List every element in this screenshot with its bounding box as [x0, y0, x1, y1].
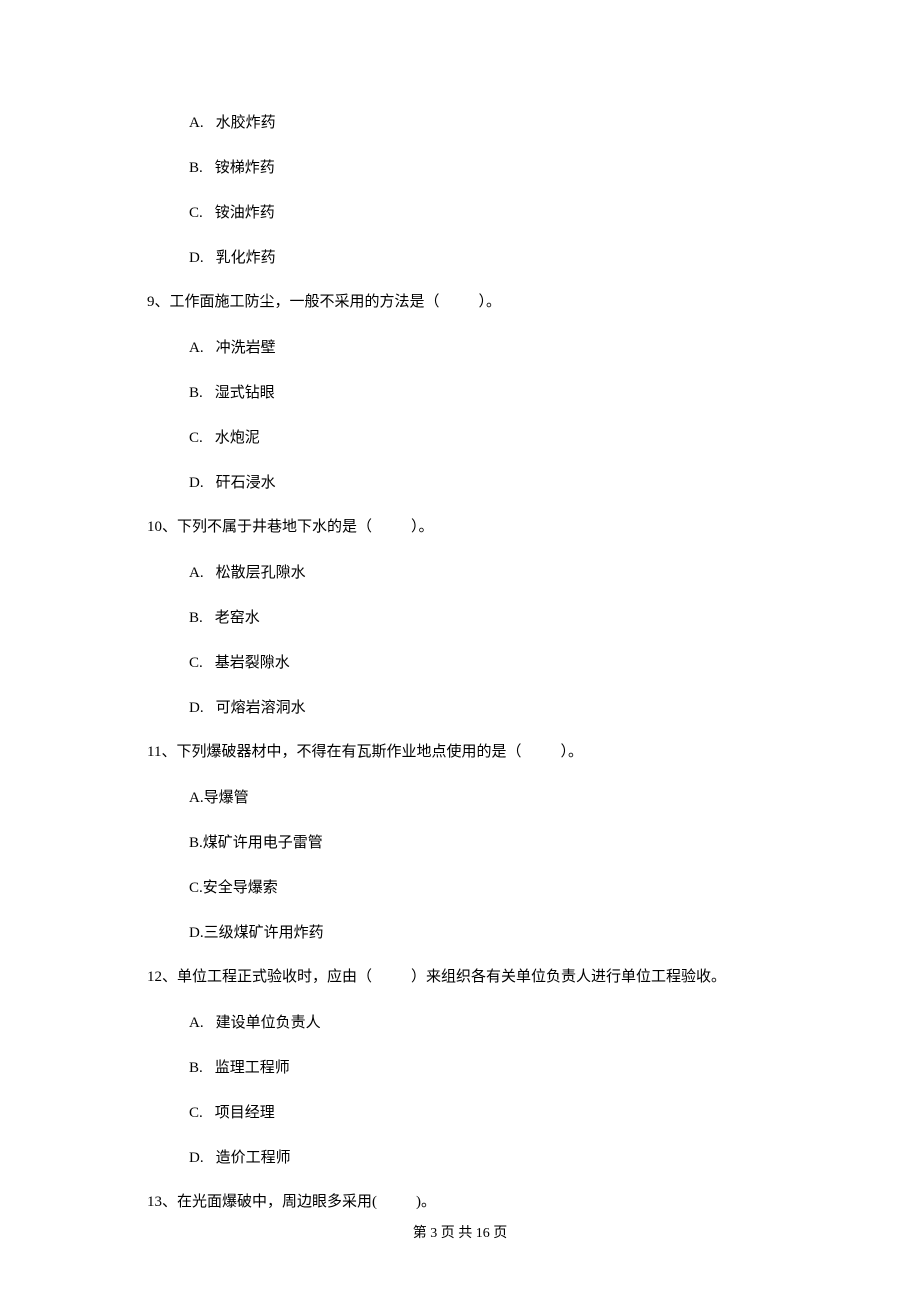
- question-stem: 9、工作面施工防尘，一般不采用的方法是（ ）。: [147, 266, 787, 310]
- option-text: 煤矿许用电子雷管: [203, 835, 323, 851]
- option-item: B. 铵梯炸药: [189, 131, 787, 176]
- page-number: 第 3 页 共 16 页: [413, 1226, 508, 1241]
- option-item: C. 铵油炸药: [189, 176, 787, 221]
- question-number: 10、: [147, 519, 177, 535]
- option-item: D. 可熔岩溶洞水: [189, 671, 787, 716]
- stem-post: ）。: [560, 744, 583, 760]
- option-item: D. 矸石浸水: [189, 446, 787, 491]
- option-letter: C.: [189, 430, 203, 446]
- question-number: 9、: [147, 294, 170, 310]
- option-list: A.导爆管 B.煤矿许用电子雷管 C.安全导爆索 D.三级煤矿许用炸药: [147, 760, 787, 941]
- option-letter: D.: [189, 925, 204, 941]
- question-13: 13、在光面爆破中，周边眼多采用( )。: [147, 1166, 787, 1210]
- option-item: D. 乳化炸药: [189, 221, 787, 266]
- option-list: A. 冲洗岩壁 B. 湿式钻眼 C. 水炮泥 D. 矸石浸水: [147, 310, 787, 491]
- option-text: 造价工程师: [216, 1150, 291, 1166]
- question-number: 12、: [147, 969, 177, 985]
- option-text: 矸石浸水: [216, 475, 276, 491]
- option-letter: D.: [189, 700, 204, 716]
- option-text: 水炮泥: [215, 430, 260, 446]
- option-text: 导爆管: [204, 790, 249, 806]
- question-10: 10、下列不属于井巷地下水的是（ ）。 A. 松散层孔隙水 B. 老窑水 C. 基…: [147, 491, 787, 716]
- question-stem: 11、下列爆破器材中，不得在有瓦斯作业地点使用的是（ ）。: [147, 716, 787, 760]
- option-text: 三级煤矿许用炸药: [204, 925, 324, 941]
- option-text: 冲洗岩壁: [216, 340, 276, 356]
- option-list: A. 松散层孔隙水 B. 老窑水 C. 基岩裂隙水 D. 可熔岩溶洞水: [147, 535, 787, 716]
- question-11: 11、下列爆破器材中，不得在有瓦斯作业地点使用的是（ ）。 A.导爆管 B.煤矿许…: [147, 716, 787, 941]
- option-letter: B.: [189, 385, 203, 401]
- stem-pre: 在光面爆破中，周边眼多采用(: [177, 1194, 377, 1210]
- option-letter: A.: [189, 565, 204, 581]
- option-item: B. 老窑水: [189, 581, 787, 626]
- option-item: A.导爆管: [189, 791, 787, 806]
- option-letter: A.: [189, 1015, 204, 1031]
- option-item: C.安全导爆索: [189, 851, 787, 896]
- stem-post: ）。: [479, 294, 502, 310]
- option-letter: B.: [189, 835, 203, 851]
- option-letter: B.: [189, 160, 203, 176]
- option-text: 乳化炸药: [216, 250, 276, 266]
- option-letter: A.: [189, 340, 204, 356]
- question-number: 13、: [147, 1194, 177, 1210]
- option-letter: C.: [189, 205, 203, 221]
- option-letter: D.: [189, 1150, 204, 1166]
- question-9: 9、工作面施工防尘，一般不采用的方法是（ ）。 A. 冲洗岩壁 B. 湿式钻眼 C…: [147, 266, 787, 491]
- option-item: B. 监理工程师: [189, 1031, 787, 1076]
- option-item: D. 造价工程师: [189, 1121, 787, 1166]
- option-text: 建设单位负责人: [216, 1015, 321, 1031]
- question-stem: 12、单位工程正式验收时，应由（ ）来组织各有关单位负责人进行单位工程验收。: [147, 941, 787, 985]
- option-text: 水胶炸药: [216, 115, 276, 131]
- option-text: 基岩裂隙水: [215, 655, 290, 671]
- option-letter: C.: [189, 655, 203, 671]
- option-item: A. 水胶炸药: [189, 116, 787, 131]
- option-text: 监理工程师: [215, 1060, 290, 1076]
- question-stem: 13、在光面爆破中，周边眼多采用( )。: [147, 1166, 787, 1210]
- option-letter: C.: [189, 1105, 203, 1121]
- stem-pre: 单位工程正式验收时，应由（: [177, 969, 372, 985]
- option-text: 铵梯炸药: [215, 160, 275, 176]
- option-item: A. 冲洗岩壁: [189, 341, 787, 356]
- option-text: 老窑水: [215, 610, 260, 626]
- option-letter: A.: [189, 115, 204, 131]
- option-text: 安全导爆索: [203, 880, 278, 896]
- option-list: A. 建设单位负责人 B. 监理工程师 C. 项目经理 D. 造价工程师: [147, 985, 787, 1166]
- option-item: C. 项目经理: [189, 1076, 787, 1121]
- stem-post: )。: [416, 1194, 436, 1210]
- option-letter: D.: [189, 250, 204, 266]
- option-letter: D.: [189, 475, 204, 491]
- option-item: C. 基岩裂隙水: [189, 626, 787, 671]
- question-number: 11、: [147, 744, 176, 760]
- stem-post: ）来组织各有关单位负责人进行单位工程验收。: [411, 969, 726, 985]
- stem-pre: 工作面施工防尘，一般不采用的方法是（: [170, 294, 440, 310]
- option-text: 松散层孔隙水: [216, 565, 306, 581]
- option-letter: B.: [189, 610, 203, 626]
- option-text: 可熔岩溶洞水: [216, 700, 306, 716]
- page-footer: 第 3 页 共 16 页: [0, 1227, 920, 1241]
- option-letter: B.: [189, 1060, 203, 1076]
- question-stem: 10、下列不属于井巷地下水的是（ ）。: [147, 491, 787, 535]
- stem-pre: 下列爆破器材中，不得在有瓦斯作业地点使用的是（: [176, 744, 521, 760]
- option-letter: A.: [189, 790, 204, 806]
- option-letter: C.: [189, 880, 203, 896]
- question-12: 12、单位工程正式验收时，应由（ ）来组织各有关单位负责人进行单位工程验收。 A.…: [147, 941, 787, 1166]
- option-text: 项目经理: [215, 1105, 275, 1121]
- option-text: 铵油炸药: [215, 205, 275, 221]
- option-list-continuation: A. 水胶炸药 B. 铵梯炸药 C. 铵油炸药 D. 乳化炸药: [147, 0, 787, 266]
- stem-pre: 下列不属于井巷地下水的是（: [177, 519, 372, 535]
- option-text: 湿式钻眼: [215, 385, 275, 401]
- option-item: B.煤矿许用电子雷管: [189, 806, 787, 851]
- page-body: A. 水胶炸药 B. 铵梯炸药 C. 铵油炸药 D. 乳化炸药 9、工作面施工防…: [147, 0, 787, 1210]
- option-item: C. 水炮泥: [189, 401, 787, 446]
- option-item: A. 松散层孔隙水: [189, 566, 787, 581]
- option-item: A. 建设单位负责人: [189, 1016, 787, 1031]
- option-item: B. 湿式钻眼: [189, 356, 787, 401]
- option-item: D.三级煤矿许用炸药: [189, 896, 787, 941]
- stem-post: ）。: [411, 519, 434, 535]
